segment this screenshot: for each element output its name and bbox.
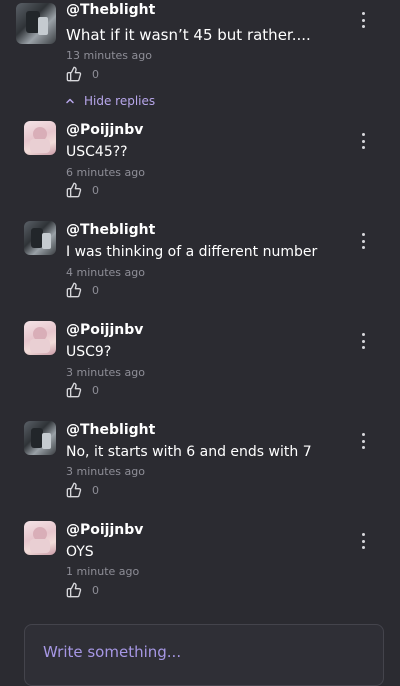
more-options-button[interactable] bbox=[357, 133, 369, 149]
more-options-button[interactable] bbox=[357, 233, 369, 249]
like-count: 0 bbox=[92, 183, 99, 197]
comment-text: I was thinking of a different number bbox=[66, 244, 318, 260]
comment-username[interactable]: @Poijjnbv bbox=[66, 322, 143, 338]
comment-text: OYS bbox=[66, 544, 94, 560]
like-button[interactable]: 0 bbox=[66, 581, 99, 599]
comment-timestamp: 6 minutes ago bbox=[66, 166, 145, 179]
comment-username[interactable]: @Theblight bbox=[66, 422, 155, 438]
avatar[interactable] bbox=[24, 321, 56, 355]
avatar[interactable] bbox=[24, 121, 56, 155]
like-button[interactable]: 0 bbox=[66, 381, 99, 399]
like-button[interactable]: 0 bbox=[66, 181, 99, 199]
thumbs-up-icon bbox=[66, 482, 82, 498]
more-vertical-icon bbox=[361, 133, 365, 136]
comment-composer bbox=[24, 624, 384, 686]
reply: @Poijjnbv OYS 1 minute ago 0 bbox=[0, 518, 400, 608]
like-button[interactable]: 0 bbox=[66, 65, 99, 83]
more-options-button[interactable] bbox=[357, 533, 369, 549]
more-vertical-icon bbox=[361, 233, 365, 236]
comment-username[interactable]: @Theblight bbox=[66, 2, 155, 18]
comment-username[interactable]: @Poijjnbv bbox=[66, 122, 143, 138]
reply: @Theblight I was thinking of a different… bbox=[0, 218, 400, 308]
avatar[interactable] bbox=[24, 521, 56, 555]
comment-input[interactable] bbox=[41, 639, 365, 665]
avatar[interactable] bbox=[24, 221, 56, 255]
comment-timestamp: 3 minutes ago bbox=[66, 465, 145, 478]
like-count: 0 bbox=[92, 283, 99, 297]
comment-text: No, it starts with 6 and ends with 7 bbox=[66, 444, 312, 460]
comment-timestamp: 4 minutes ago bbox=[66, 266, 145, 279]
thumbs-up-icon bbox=[66, 182, 82, 198]
more-options-button[interactable] bbox=[357, 333, 369, 349]
like-count: 0 bbox=[92, 483, 99, 497]
more-options-button[interactable] bbox=[357, 12, 369, 28]
like-count: 0 bbox=[92, 67, 99, 81]
like-count: 0 bbox=[92, 383, 99, 397]
thumbs-up-icon bbox=[66, 382, 82, 398]
comment-timestamp: 3 minutes ago bbox=[66, 366, 145, 379]
like-button[interactable]: 0 bbox=[66, 481, 99, 499]
hide-replies-label: Hide replies bbox=[84, 94, 156, 108]
more-vertical-icon bbox=[361, 433, 365, 436]
comment-text: USC9? bbox=[66, 344, 112, 360]
comment-username[interactable]: @Theblight bbox=[66, 222, 155, 238]
avatar[interactable] bbox=[24, 421, 56, 455]
reply: @Poijjnbv USC45?? 6 minutes ago 0 bbox=[0, 118, 400, 208]
reply: @Theblight No, it starts with 6 and ends… bbox=[0, 418, 400, 508]
more-vertical-icon bbox=[361, 12, 365, 15]
comment: @Theblight What if it wasn’t 45 but rath… bbox=[0, 0, 400, 90]
thumbs-up-icon bbox=[66, 282, 82, 298]
avatar[interactable] bbox=[16, 3, 56, 44]
hide-replies-button[interactable]: Hide replies bbox=[64, 94, 155, 108]
comment-text: What if it wasn’t 45 but rather.... bbox=[66, 26, 311, 44]
chevron-up-icon bbox=[66, 98, 74, 104]
more-vertical-icon bbox=[361, 533, 365, 536]
thumbs-up-icon bbox=[66, 66, 82, 82]
comment-username[interactable]: @Poijjnbv bbox=[66, 522, 143, 538]
comment-text: USC45?? bbox=[66, 144, 128, 160]
comment-timestamp: 13 minutes ago bbox=[66, 49, 152, 62]
comment-timestamp: 1 minute ago bbox=[66, 565, 140, 578]
thumbs-up-icon bbox=[66, 582, 82, 598]
comment-thread: @Theblight What if it wasn’t 45 but rath… bbox=[0, 0, 400, 686]
like-count: 0 bbox=[92, 583, 99, 597]
more-options-button[interactable] bbox=[357, 433, 369, 449]
reply: @Poijjnbv USC9? 3 minutes ago 0 bbox=[0, 318, 400, 408]
like-button[interactable]: 0 bbox=[66, 281, 99, 299]
more-vertical-icon bbox=[361, 333, 365, 336]
